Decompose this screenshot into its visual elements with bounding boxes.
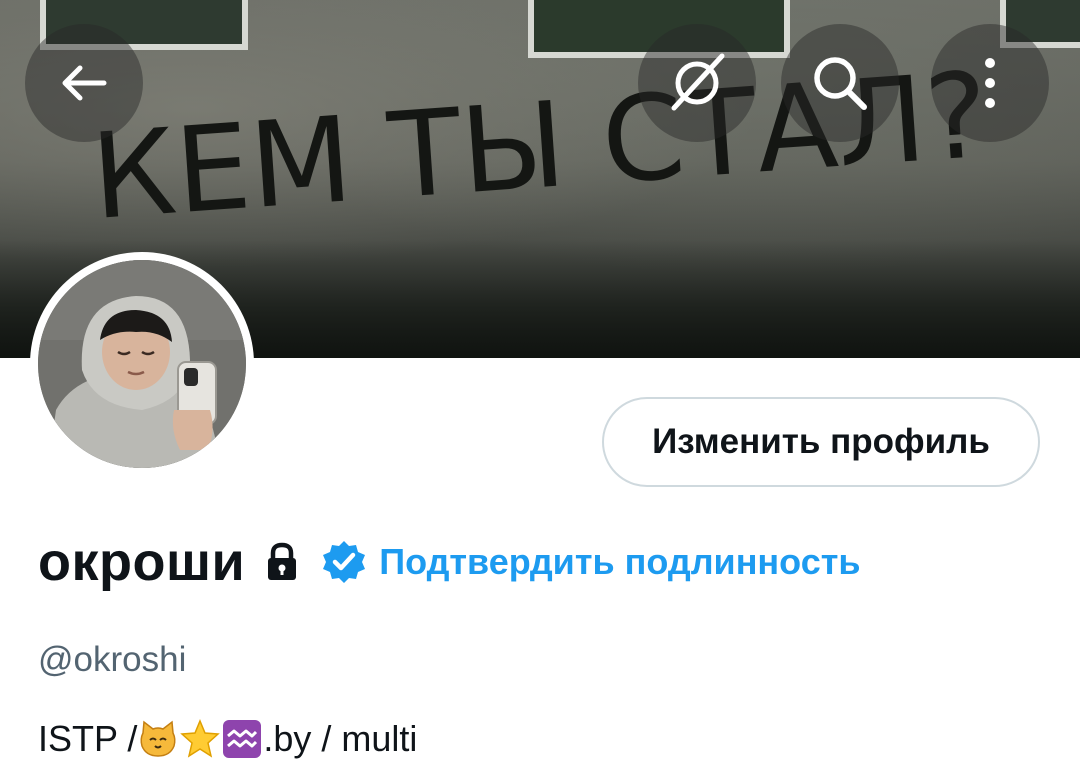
- bio-prefix: ISTP /: [38, 718, 138, 759]
- profile-name-row: окроши Подтвердить подлинность: [38, 527, 860, 597]
- lock-icon: [265, 542, 299, 582]
- cat-face-emoji-icon: [137, 718, 179, 760]
- aquarius-emoji-icon: [221, 718, 263, 760]
- verify-identity-link[interactable]: Подтвердить подлинность: [379, 541, 860, 583]
- avatar-photo: [38, 260, 246, 468]
- grok-slash-icon: [671, 53, 725, 111]
- avatar-selfie-image: [38, 260, 246, 468]
- search-button[interactable]: [781, 24, 899, 142]
- profile-bio: ISTP / .by / multi: [38, 718, 417, 760]
- grok-button[interactable]: [638, 24, 756, 142]
- bio-suffix: .by / multi: [263, 718, 418, 759]
- star-emoji-icon: [179, 718, 221, 760]
- verified-badge-icon[interactable]: [321, 539, 367, 585]
- back-button[interactable]: [25, 24, 143, 142]
- more-vertical-icon: [985, 58, 995, 108]
- edit-profile-button[interactable]: Изменить профиль: [602, 397, 1040, 487]
- more-options-button[interactable]: [931, 24, 1049, 142]
- profile-handle: @okroshi: [38, 640, 187, 679]
- profile-avatar[interactable]: [30, 252, 254, 476]
- arrow-left-icon: [62, 65, 107, 101]
- search-icon: [814, 57, 867, 110]
- display-name: окроши: [38, 532, 246, 592]
